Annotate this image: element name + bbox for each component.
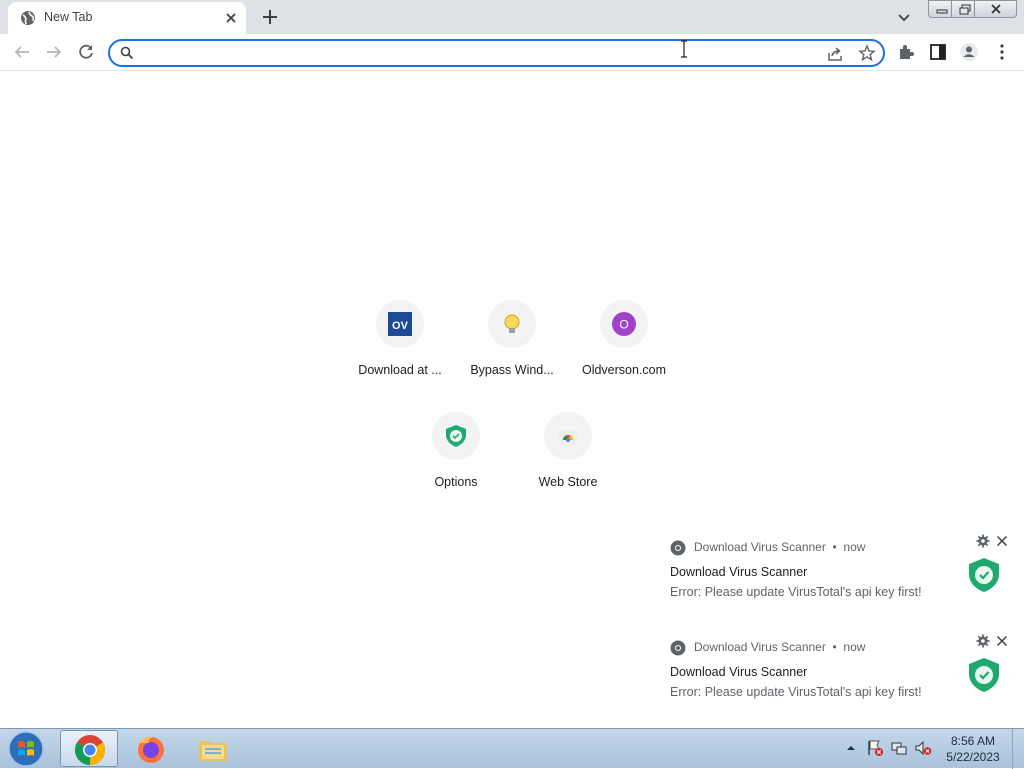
address-input[interactable] xyxy=(144,44,784,62)
clock-date: 5/22/2023 xyxy=(946,750,1000,764)
notification-separator: • xyxy=(832,640,837,654)
notification-separator: • xyxy=(832,540,837,554)
folder-icon xyxy=(199,741,227,761)
tab-new-tab[interactable]: New Tab xyxy=(8,2,246,34)
browser-toolbar xyxy=(0,34,1024,71)
clock-time: 8:56 AM xyxy=(950,734,996,748)
firefox-icon xyxy=(138,736,164,763)
shortcut-tile xyxy=(488,300,536,348)
kebab-menu-icon[interactable] xyxy=(992,42,1012,62)
shortcut-options[interactable]: Options xyxy=(400,412,512,512)
shortcut-tile: OV xyxy=(376,300,424,348)
extensions-puzzle-icon[interactable] xyxy=(896,42,916,62)
tab-title: New Tab xyxy=(44,10,93,24)
notification-card[interactable]: Download Virus Scanner • now Download Vi… xyxy=(656,530,1024,626)
shortcut-label: Bypass Wind... xyxy=(470,363,554,377)
new-tab-plus-icon[interactable] xyxy=(259,6,281,28)
share-icon[interactable] xyxy=(826,45,844,63)
notification-message: Error: Please update VirusTotal's api ke… xyxy=(670,685,922,699)
volume-muted-icon[interactable] xyxy=(914,739,932,757)
search-icon xyxy=(120,46,134,60)
notification-app-name: Download Virus Scanner xyxy=(694,540,826,554)
chrome-app-icon xyxy=(670,540,686,556)
close-tab-icon[interactable] xyxy=(222,9,240,27)
notification-title: Download Virus Scanner xyxy=(670,565,808,579)
notification-message: Error: Please update VirusTotal's api ke… xyxy=(670,585,922,599)
chrome-icon xyxy=(75,735,106,765)
network-icon[interactable] xyxy=(890,739,908,757)
shortcut-bypass-wind[interactable]: Bypass Wind... xyxy=(456,300,568,400)
notification-time: now xyxy=(843,640,866,654)
close-icon[interactable] xyxy=(995,534,1009,548)
restore-icon xyxy=(959,4,971,15)
shortcut-tile xyxy=(432,412,480,460)
chevron-down-icon[interactable] xyxy=(895,8,913,26)
reload-icon[interactable] xyxy=(76,42,96,62)
chrome-app-icon xyxy=(670,640,686,656)
notification-card[interactable]: Download Virus Scanner • now Download Vi… xyxy=(656,630,1024,726)
ov-logo-icon: OV xyxy=(388,312,412,336)
shortcut-label: Options xyxy=(434,475,478,489)
profile-avatar-icon[interactable] xyxy=(959,42,979,62)
shortcut-web-store[interactable]: Web Store xyxy=(512,412,624,512)
close-icon[interactable] xyxy=(995,634,1009,648)
shortcut-tile: O xyxy=(600,300,648,348)
shield-check-icon xyxy=(969,658,999,692)
tab-strip: New Tab xyxy=(0,0,1024,34)
back-arrow-icon[interactable] xyxy=(12,42,32,62)
taskbar-clock[interactable]: 8:56 AM 5/22/2023 xyxy=(944,733,1002,765)
windows-start-icon[interactable] xyxy=(6,731,46,767)
notification-app-name: Download Virus Scanner xyxy=(694,640,826,654)
window-close-button[interactable] xyxy=(974,0,1017,18)
chrome-web-store-icon xyxy=(559,430,577,445)
o-badge: O xyxy=(619,318,628,332)
notification-title: Download Virus Scanner xyxy=(670,665,808,679)
globe-icon xyxy=(21,11,35,25)
taskbar: 8:56 AM 5/22/2023 xyxy=(0,728,1024,769)
action-center-flag-icon[interactable] xyxy=(866,739,884,757)
bookmark-star-icon[interactable] xyxy=(858,44,876,62)
notification-source: Download Virus Scanner • now xyxy=(694,540,865,554)
shortcut-download-at[interactable]: OV Download at ... xyxy=(344,300,456,400)
notification-source: Download Virus Scanner • now xyxy=(694,640,865,654)
shield-check-icon xyxy=(446,425,466,447)
letter-o-icon: O xyxy=(612,312,636,336)
omnibox[interactable] xyxy=(108,39,885,67)
shortcut-oldverson[interactable]: O Oldverson.com xyxy=(568,300,680,400)
show-desktop-button[interactable] xyxy=(1012,729,1024,769)
taskbar-chrome[interactable] xyxy=(60,730,118,767)
lightbulb-icon xyxy=(504,314,520,333)
text-cursor-icon xyxy=(681,40,687,58)
close-icon xyxy=(991,4,1001,14)
side-panel-icon[interactable] xyxy=(928,42,948,62)
shield-check-icon xyxy=(969,558,999,592)
notification-time: now xyxy=(843,540,866,554)
tray-expand-icon[interactable] xyxy=(842,739,860,757)
ov-badge: OV xyxy=(392,320,409,332)
shortcut-label: Oldverson.com xyxy=(581,363,667,377)
forward-arrow-icon[interactable] xyxy=(44,42,64,62)
minimize-icon xyxy=(936,9,948,14)
shortcut-label: Download at ... xyxy=(358,363,442,377)
gear-icon[interactable] xyxy=(976,634,990,648)
shortcut-tile xyxy=(544,412,592,460)
taskbar-file-explorer[interactable] xyxy=(184,730,242,767)
taskbar-firefox[interactable] xyxy=(122,730,180,767)
shortcut-label: Web Store xyxy=(538,475,598,489)
gear-icon[interactable] xyxy=(976,534,990,548)
